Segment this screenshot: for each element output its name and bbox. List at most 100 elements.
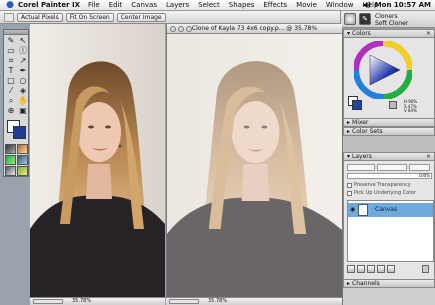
clone-window-title: Clone of Kayla 73 4x6 copy.p... @ 35.78%	[191, 25, 318, 32]
brush-category-label[interactable]: Cloners	[375, 13, 398, 20]
zoom-window-icon[interactable]	[186, 26, 192, 32]
look-selector-icon[interactable]	[17, 166, 28, 176]
brush-variant-label[interactable]: Soft Cloner	[375, 20, 408, 27]
collapse-triangle-icon[interactable]: ▾	[347, 30, 350, 37]
color-swatches	[5, 119, 27, 141]
gradient-selector-icon[interactable]	[17, 144, 28, 154]
rubber-stamp-icon[interactable]: ▣	[17, 106, 29, 116]
navigation-slider[interactable]	[33, 299, 63, 304]
layers-palette-header[interactable]: ▾ Layers ×	[343, 152, 435, 161]
colors-additional-swatch[interactable]	[352, 100, 362, 110]
paper-selector-icon[interactable]	[5, 144, 16, 154]
dropper-icon[interactable]: ⁄	[5, 86, 17, 96]
clone-portrait-photo	[167, 24, 342, 300]
layer-commands-icon[interactable]	[347, 265, 355, 273]
grabber-icon[interactable]: ✋	[17, 96, 29, 106]
weaving-selector-icon[interactable]	[17, 155, 28, 165]
fit-on-screen-button[interactable]: Fit On Screen	[65, 12, 114, 22]
expand-triangle-icon[interactable]: ▸	[347, 128, 350, 135]
pen-tool-icon[interactable]: ✒	[17, 66, 29, 76]
mixer-palette-header[interactable]: ▸ Mixer	[343, 118, 435, 127]
text-tool-icon[interactable]: T	[5, 66, 17, 76]
expand-triangle-icon[interactable]: ▸	[347, 280, 350, 287]
trash-icon[interactable]	[422, 265, 429, 273]
new-layer-copy-icon[interactable]	[387, 265, 395, 273]
menu-layers[interactable]: Layers	[166, 1, 189, 9]
app-menu[interactable]: Corel Painter IX	[18, 1, 80, 9]
brush-category-icon[interactable]	[344, 13, 356, 25]
crop-icon[interactable]: ⌗	[5, 56, 17, 66]
toolbox: ✎ ↖ ▭ ⓛ ⌗ ↗ T ✒ □ ○ ⁄ ◈ ⌕ ✋ ⊕ ▣	[3, 29, 29, 177]
visibility-eye-icon[interactable]: ◉	[350, 206, 356, 213]
menu-bar: ● Corel Painter IX File Edit Canvas Laye…	[0, 0, 435, 11]
color-sets-palette-header[interactable]: ▸ Color Sets	[343, 127, 435, 136]
close-palette-icon[interactable]: ×	[426, 153, 431, 160]
layer-adjuster-icon[interactable]: ↖	[17, 36, 29, 46]
portrait-photo	[30, 24, 165, 300]
menu-window[interactable]: Window	[326, 1, 354, 9]
menu-canvas[interactable]: Canvas	[131, 1, 157, 9]
preserve-transparency-checkbox[interactable]: Preserve Transparency	[347, 182, 411, 188]
brush-selector-bar: ✎ Cloners Soft Cloner	[340, 11, 435, 28]
close-palette-icon[interactable]: ×	[426, 30, 431, 37]
new-layer-icon[interactable]	[367, 265, 375, 273]
pick-up-underlying-checkbox[interactable]: Pick Up Underlying Color	[347, 190, 416, 196]
clone-color-icon[interactable]	[389, 101, 397, 109]
clone-status-bar: 35.78%	[166, 297, 342, 305]
clone-image-window[interactable]: Clone of Kayla 73 4x6 copy.p... @ 35.78%	[166, 24, 342, 300]
clone-navigation-slider[interactable]	[169, 299, 199, 304]
close-window-icon[interactable]	[170, 26, 176, 32]
brush-tool-icon[interactable]: ✎	[5, 36, 17, 46]
colors-palette: H 90% S 47% V 84%	[343, 38, 435, 118]
clone-zoom-level: 35.78%	[208, 298, 228, 304]
layers-palette: 100% Preserve Transparency Pick Up Under…	[343, 161, 435, 279]
layer-row-canvas[interactable]: ◉ Canvas	[348, 203, 433, 217]
apple-menu-icon[interactable]: ●	[5, 0, 15, 10]
menu-file[interactable]: File	[88, 1, 100, 9]
pattern-selector-icon[interactable]	[5, 155, 16, 165]
color-wheel[interactable]	[354, 41, 412, 99]
menubar-clock[interactable]: Mon 10:57 AM	[375, 1, 431, 9]
collapse-triangle-icon[interactable]: ▾	[347, 153, 350, 160]
additional-color-swatch[interactable]	[13, 126, 26, 139]
property-bar: Actual Pixels Fit On Screen Center Image	[0, 11, 340, 24]
minimize-window-icon[interactable]	[178, 26, 184, 32]
layer-thumbnail	[358, 204, 368, 216]
composite-method-select[interactable]	[347, 164, 375, 171]
paint-bucket-icon[interactable]: ◈	[17, 86, 29, 96]
clone-window-titlebar[interactable]: Clone of Kayla 73 4x6 copy.p... @ 35.78%	[167, 24, 342, 34]
nozzle-selector-icon[interactable]	[5, 166, 16, 176]
depth-method-select[interactable]	[377, 164, 407, 171]
layer-list: ◉ Canvas	[347, 200, 434, 262]
center-image-button[interactable]: Center Image	[116, 12, 166, 22]
dynamic-plugins-icon[interactable]	[357, 265, 365, 273]
palette-dock: ▾ Colors × H 90% S 47% V 84% ▸ Mixer ▸ C…	[342, 29, 435, 305]
speaker-icon[interactable]: ◀)	[362, 1, 371, 9]
selection-adjuster-icon[interactable]: ↗	[17, 56, 29, 66]
colors-palette-header[interactable]: ▾ Colors ×	[343, 29, 435, 38]
palette-gap	[343, 136, 435, 152]
layer-name: Canvas	[375, 206, 398, 213]
opacity-slider[interactable]: 100%	[347, 173, 432, 179]
rectangle-select-icon[interactable]: ▭	[5, 46, 17, 56]
oval-shape-icon[interactable]: ○	[17, 76, 29, 86]
expand-triangle-icon[interactable]: ▸	[347, 119, 350, 126]
menu-effects[interactable]: Effects	[263, 1, 287, 9]
brush-variant-icon[interactable]: ✎	[359, 13, 371, 25]
rectangle-shape-icon[interactable]: □	[5, 76, 17, 86]
grabber-hand-icon[interactable]	[4, 12, 14, 22]
actual-pixels-button[interactable]: Actual Pixels	[17, 12, 63, 22]
menu-edit[interactable]: Edit	[109, 1, 123, 9]
menu-movie[interactable]: Movie	[296, 1, 317, 9]
cloner-tool-icon[interactable]: ⊕	[5, 106, 17, 116]
magnifier-icon[interactable]: ⌕	[5, 96, 17, 106]
layer-options-button[interactable]	[409, 164, 430, 171]
menu-shapes[interactable]: Shapes	[229, 1, 255, 9]
original-status-bar: 35.78%	[30, 297, 165, 305]
layer-mask-icon[interactable]	[377, 265, 385, 273]
original-image-window[interactable]	[30, 24, 165, 300]
hsv-readout: H 90% S 47% V 84%	[404, 99, 418, 113]
lasso-icon[interactable]: ⓛ	[17, 46, 29, 56]
channels-palette-header[interactable]: ▸ Channels	[343, 279, 435, 288]
menu-select[interactable]: Select	[198, 1, 220, 9]
